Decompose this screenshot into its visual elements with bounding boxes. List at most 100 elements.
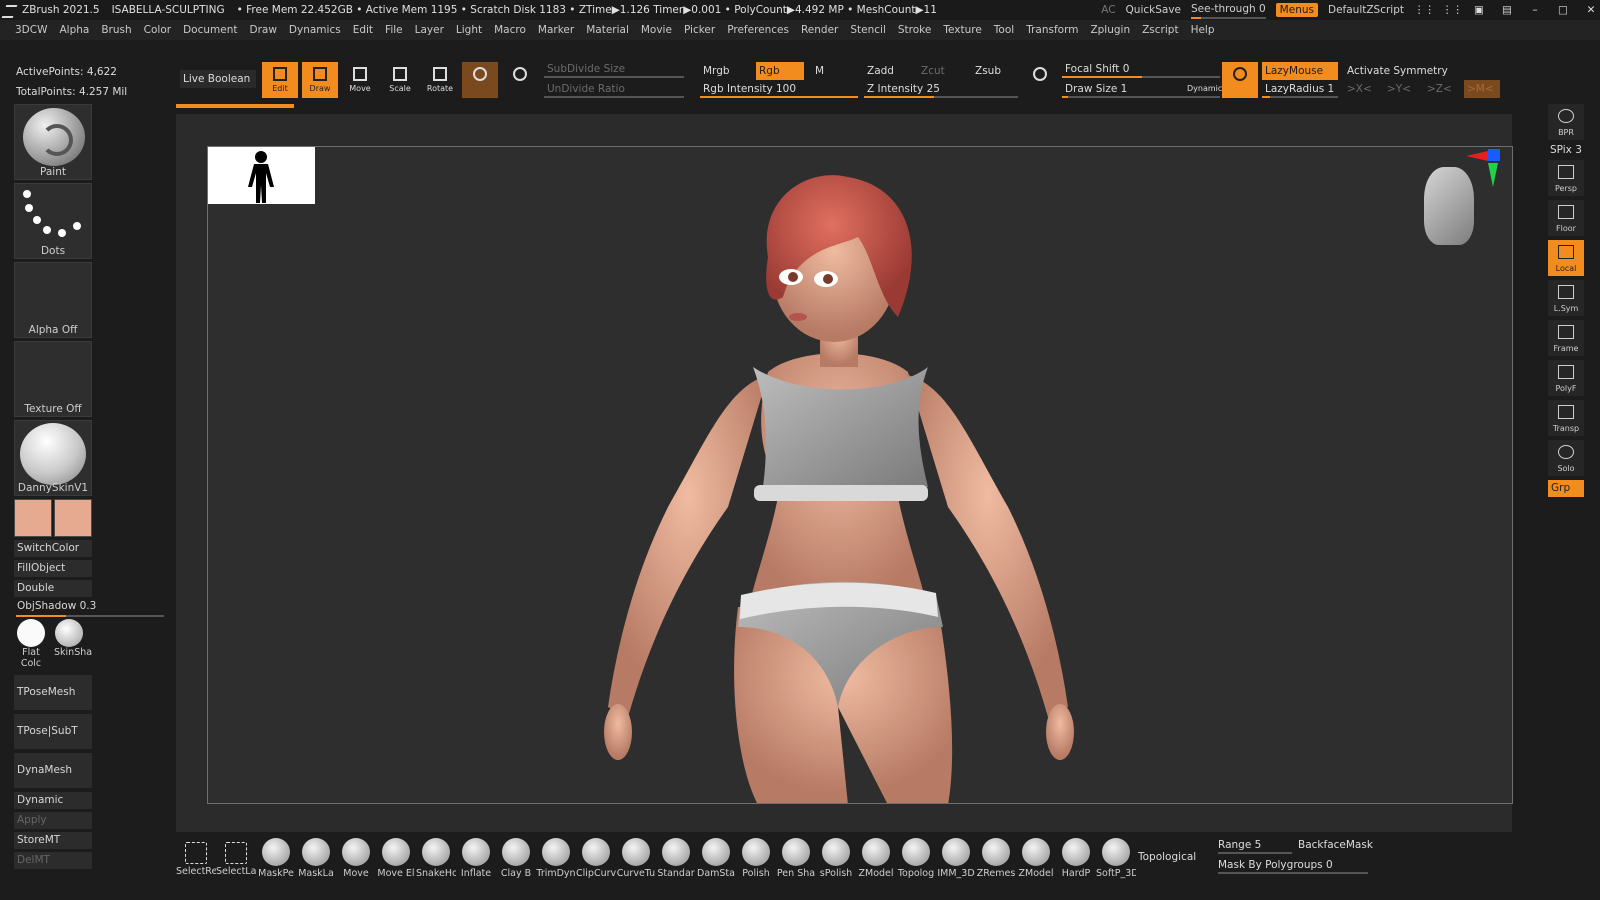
transp-button[interactable]: Transp	[1548, 400, 1584, 436]
menu-item[interactable]: Brush	[101, 24, 131, 36]
columns-icon[interactable]: ⋮⋮	[1442, 4, 1463, 16]
skin-shade-material[interactable]: SkinSha	[54, 619, 92, 669]
mrgb-button[interactable]: Mrgb	[700, 62, 746, 80]
menu-item[interactable]: Stencil	[850, 24, 886, 36]
solo-button[interactable]: Solo	[1548, 440, 1584, 476]
menu-item[interactable]: Document	[183, 24, 237, 36]
edit-button[interactable]: Edit	[262, 62, 298, 98]
brush-button[interactable]: IMM_3D	[936, 836, 976, 886]
draw-button[interactable]: Draw	[302, 62, 338, 98]
store-mt-button[interactable]: StoreMT	[14, 832, 92, 849]
del-mt-button[interactable]: DelMT	[14, 852, 92, 869]
navigator-thumbnail[interactable]	[208, 147, 315, 204]
brush-button[interactable]: Topolog	[896, 836, 936, 886]
undivide-ratio-slider[interactable]: UnDivide Ratio	[544, 80, 684, 98]
range-slider[interactable]: Range 5	[1218, 836, 1292, 854]
layout-icon[interactable]: ⋮⋮	[1414, 4, 1435, 16]
brush-button[interactable]: ZModel	[856, 836, 896, 886]
mask-by-polygroups-slider[interactable]: Mask By Polygroups 0	[1218, 856, 1368, 874]
frame-button[interactable]: Frame	[1548, 320, 1584, 356]
floor-button[interactable]: Floor	[1548, 200, 1584, 236]
minimize-icon[interactable]: –	[1526, 4, 1544, 16]
persp-button[interactable]: Persp	[1548, 160, 1584, 196]
menu-item[interactable]: Alpha	[59, 24, 89, 36]
spix-slider[interactable]: SPix 3	[1550, 144, 1588, 156]
menu-item[interactable]: Help	[1191, 24, 1215, 36]
menu-item[interactable]: Edit	[353, 24, 373, 36]
bpr-button[interactable]: BPR	[1548, 104, 1584, 140]
window-icon[interactable]: ▣	[1470, 4, 1488, 16]
brush-button[interactable]: Polish	[736, 836, 776, 886]
brush-button[interactable]: SnakeHo	[416, 836, 456, 886]
menu-item[interactable]: Light	[456, 24, 482, 36]
tpose-mesh-button[interactable]: TPoseMesh	[14, 675, 92, 710]
menu-item[interactable]: Movie	[641, 24, 672, 36]
lsym-button[interactable]: L.Sym	[1548, 280, 1584, 316]
brush-button[interactable]: Inflate	[456, 836, 496, 886]
m-button[interactable]: M	[812, 62, 834, 80]
zsub-button[interactable]: Zsub	[972, 62, 1018, 80]
menu-item[interactable]: Color	[144, 24, 171, 36]
apply-button[interactable]: Apply	[14, 812, 92, 829]
brush-button[interactable]: ZRemes	[976, 836, 1016, 886]
brush-button[interactable]: CurveTu	[616, 836, 656, 886]
texture-selector[interactable]: Texture Off	[14, 341, 92, 417]
topological-button[interactable]: Topological	[1138, 848, 1218, 866]
live-boolean-button[interactable]: Live Boolean	[180, 70, 256, 88]
menu-item[interactable]: Material	[586, 24, 629, 36]
menu-item[interactable]: Render	[801, 24, 838, 36]
brush-button[interactable]: Clay B	[496, 836, 536, 886]
brush-button[interactable]: ZModel	[1016, 836, 1056, 886]
menu-item[interactable]: Transform	[1026, 24, 1078, 36]
material-selector[interactable]: DannySkinV1	[14, 420, 92, 496]
brush-button[interactable]: Move	[336, 836, 376, 886]
brush-button[interactable]: SoftP_3D	[1096, 836, 1136, 886]
zcut-button[interactable]: Zcut	[918, 62, 964, 80]
menu-item[interactable]: Texture	[943, 24, 981, 36]
sym-x-button[interactable]: >X<	[1344, 80, 1378, 98]
close-icon[interactable]: ✕	[1582, 4, 1600, 16]
brush-button[interactable]: DamSta	[696, 836, 736, 886]
rgb-intensity-slider[interactable]: Rgb Intensity 100	[700, 80, 858, 98]
menu-item[interactable]: File	[385, 24, 403, 36]
window-alt-icon[interactable]: ▤	[1498, 4, 1516, 16]
menu-item[interactable]: Dynamics	[289, 24, 341, 36]
menu-item[interactable]: Preferences	[727, 24, 789, 36]
dynamic-size-button[interactable]: Dynamic	[1184, 80, 1224, 98]
alpha-selector[interactable]: Alpha Off	[14, 262, 92, 338]
spotlight-button[interactable]	[1022, 62, 1058, 98]
stroke-selector[interactable]: Dots	[14, 183, 92, 259]
menus-toggle[interactable]: Menus	[1275, 3, 1318, 17]
double-button[interactable]: Double	[14, 580, 92, 597]
brush-button[interactable]: Standar	[656, 836, 696, 886]
brush-button[interactable]: sPolish	[816, 836, 856, 886]
brush-button[interactable]: ClipCurv	[576, 836, 616, 886]
switch-color-button[interactable]: SwitchColor	[14, 540, 92, 557]
yin-yang-button[interactable]	[502, 62, 538, 98]
menu-item[interactable]: Picker	[684, 24, 715, 36]
move-button[interactable]: Move	[342, 62, 378, 98]
brush-button[interactable]: HardP	[1056, 836, 1096, 886]
rgb-button[interactable]: Rgb	[756, 62, 804, 80]
subdivide-size-slider[interactable]: SubDivide Size	[544, 60, 684, 78]
activate-symmetry-button[interactable]: Activate Symmetry	[1344, 62, 1494, 80]
brush-button[interactable]: Move El	[376, 836, 416, 886]
focal-shift-slider[interactable]: Focal Shift 0	[1062, 60, 1220, 78]
tpose-subt-button[interactable]: TPose|SubT	[14, 714, 92, 749]
menu-item[interactable]: Zscript	[1142, 24, 1178, 36]
brush-selector[interactable]: Paint	[14, 104, 92, 180]
sphere-gizmo-button[interactable]	[462, 62, 498, 98]
sym-m-button[interactable]: >M<	[1464, 80, 1500, 98]
flat-color-material[interactable]: Flat Colc	[16, 619, 46, 669]
document-viewport[interactable]	[207, 146, 1513, 804]
default-zscript-button[interactable]: DefaultZScript	[1328, 4, 1404, 16]
lazyradius-slider[interactable]: LazyRadius 1	[1262, 80, 1338, 98]
brush-button[interactable]: SelectLa	[216, 836, 256, 886]
sym-z-button[interactable]: >Z<	[1424, 80, 1458, 98]
rotate-button[interactable]: Rotate	[422, 62, 458, 98]
menu-item[interactable]: 3DCW	[15, 24, 47, 36]
brush-button[interactable]: MaskPe	[256, 836, 296, 886]
brush-button[interactable]: MaskLa	[296, 836, 336, 886]
maximize-icon[interactable]: □	[1554, 4, 1572, 16]
secondary-color-swatch[interactable]	[54, 499, 92, 537]
